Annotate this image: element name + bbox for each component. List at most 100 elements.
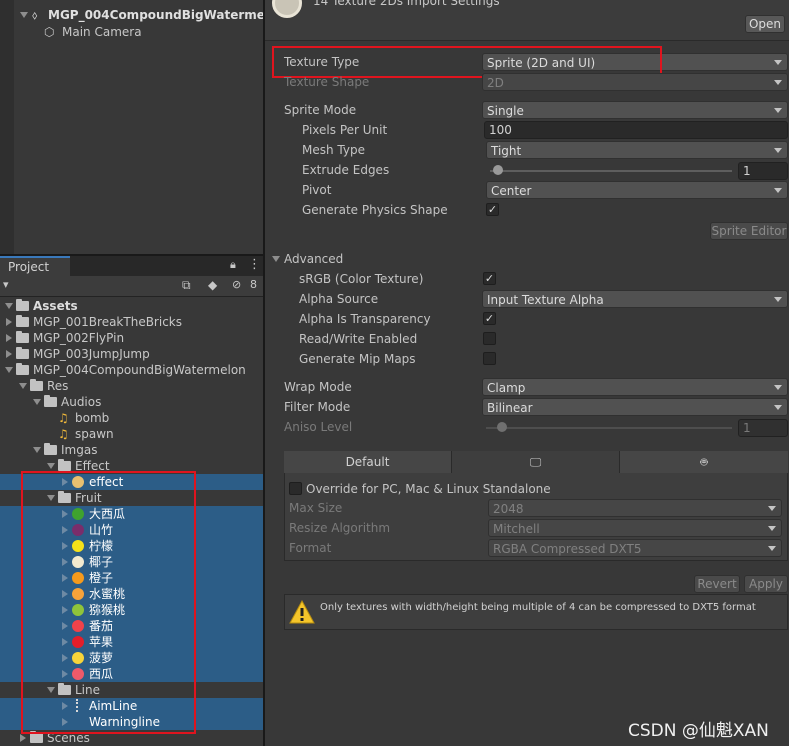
apply-button[interactable]: Apply <box>744 575 788 593</box>
read-write-checkbox[interactable] <box>483 332 496 345</box>
generate-physics-shape-checkbox[interactable]: ✓ <box>486 203 499 216</box>
chevron-down-icon <box>768 526 776 531</box>
checkmark-icon: ✓ <box>487 203 498 216</box>
filter-by-label-icon[interactable]: ◆ <box>208 278 217 292</box>
override-checkbox[interactable] <box>289 482 302 495</box>
tree-item-label: MGP_001BreakTheBricks <box>33 315 182 329</box>
mesh-type-dropdown[interactable]: Tight <box>486 141 788 159</box>
tree-item-label: MGP_002FlyPin <box>33 331 125 345</box>
project-tab-label: Project <box>8 260 50 274</box>
chevron-down-icon <box>768 506 776 511</box>
tree-row[interactable]: ♫ bomb <box>0 410 263 426</box>
tree-row[interactable]: MGP_003JumpJump <box>0 346 263 362</box>
sprite-mode-label: Sprite Mode <box>284 103 357 117</box>
open-button[interactable]: Open <box>745 15 785 33</box>
expand-arrow-down-icon[interactable] <box>5 367 13 373</box>
folder-icon <box>16 299 29 311</box>
pivot-dropdown[interactable]: Center <box>486 181 788 199</box>
folder-icon <box>16 331 29 343</box>
filter-by-type-icon[interactable]: ⧉ <box>182 278 191 293</box>
alpha-transparency-label: Alpha Is Transparency <box>299 312 431 326</box>
texture-shape-dropdown: 2D <box>482 73 788 91</box>
revert-button[interactable]: Revert <box>694 575 740 593</box>
expand-arrow-down-icon[interactable] <box>47 463 55 469</box>
format-label: Format <box>289 541 332 555</box>
tree-item-label: MGP_004CompoundBigWatermelon <box>33 363 246 377</box>
create-dropdown-icon[interactable]: ▾ <box>3 278 9 291</box>
tab-default-label: Default <box>345 455 390 469</box>
tree-row[interactable]: Imgas <box>0 442 263 458</box>
sprite-mode-dropdown[interactable]: Single <box>482 101 788 119</box>
vertical-splitter[interactable] <box>263 0 265 746</box>
resize-algorithm-dropdown: Mitchell <box>488 519 782 537</box>
extrude-edges-slider-knob[interactable] <box>493 165 503 175</box>
tree-row[interactable]: Assets <box>0 298 263 314</box>
srgb-checkbox[interactable]: ✓ <box>483 272 496 285</box>
tree-row[interactable]: ♫ spawn <box>0 426 263 442</box>
tree-row[interactable]: MGP_002FlyPin <box>0 330 263 346</box>
advanced-foldout-label[interactable]: Advanced <box>284 250 343 268</box>
extrude-edges-field[interactable]: 1 <box>738 162 788 180</box>
expand-arrow-right-icon[interactable] <box>6 334 12 342</box>
pixels-per-unit-label: Pixels Per Unit <box>302 123 388 137</box>
audio-clip-icon: ♫ <box>58 427 69 441</box>
tab-platform-android[interactable]: 🤖︎ <box>620 451 788 473</box>
chevron-down-icon <box>774 385 782 390</box>
filter-mode-dropdown[interactable]: Bilinear <box>482 398 788 416</box>
tab-project[interactable]: Project <box>0 256 70 276</box>
hidden-packages-icon[interactable]: ⊘ <box>232 278 241 291</box>
expand-arrow-down-icon[interactable] <box>33 447 41 453</box>
project-toolbar: ▾ ⚲ ⧉ ◆ ⊘ 8 <box>0 276 263 571</box>
warning-text: Only textures with width/height being mu… <box>320 602 756 613</box>
tree-row[interactable]: MGP_004CompoundBigWatermelon <box>0 362 263 378</box>
sprite-editor-button[interactable]: Sprite Editor <box>710 222 788 240</box>
expand-arrow-down-icon[interactable] <box>19 383 27 389</box>
srgb-label: sRGB (Color Texture) <box>299 272 424 286</box>
filter-mode-label: Filter Mode <box>284 400 351 414</box>
hierarchy-scrollbar[interactable] <box>0 0 14 254</box>
hidden-count-badge: 8 <box>250 278 257 291</box>
folder-icon <box>16 347 29 359</box>
tab-platform-default[interactable]: Default <box>284 451 452 473</box>
tree-item-label: Audios <box>61 395 102 409</box>
checkmark-icon: ✓ <box>484 272 495 285</box>
wrap-mode-dropdown[interactable]: Clamp <box>482 378 788 396</box>
tab-platform-standalone[interactable]: 🖵︎ <box>452 451 620 473</box>
tree-row[interactable]: Audios <box>0 394 263 410</box>
chevron-down-icon <box>774 188 782 193</box>
alpha-source-dropdown[interactable]: Input Texture Alpha <box>482 290 788 308</box>
tree-row[interactable]: Res <box>0 378 263 394</box>
warning-icon <box>289 600 315 624</box>
folder-icon <box>16 363 29 375</box>
audio-clip-icon: ♫ <box>58 411 69 425</box>
resize-algorithm-label: Resize Algorithm <box>289 521 391 535</box>
generate-physics-shape-label: Generate Physics Shape <box>302 203 448 217</box>
max-size-dropdown: 2048 <box>488 499 782 517</box>
folder-icon <box>30 731 43 743</box>
more-options-icon[interactable]: ⋮ <box>248 257 261 272</box>
pixels-per-unit-field[interactable]: 100 <box>484 121 788 139</box>
expand-arrow-right-icon[interactable] <box>6 318 12 326</box>
expand-arrow-down-icon[interactable] <box>33 399 41 405</box>
chevron-down-icon <box>774 108 782 113</box>
inspector-header-title: 14 Texture 2Ds Import Settings <box>313 0 500 8</box>
expand-arrow-right-icon[interactable] <box>6 350 12 358</box>
chevron-down-icon <box>774 405 782 410</box>
dxt5-warning-box: Only textures with width/height being mu… <box>284 594 788 630</box>
lock-icon[interactable]: 🔒︎ <box>230 258 236 272</box>
monitor-icon: 🖵︎ <box>529 455 542 469</box>
tree-item-label: bomb <box>75 411 110 425</box>
tree-row[interactable]: MGP_001BreakTheBricks <box>0 314 263 330</box>
wrap-mode-label: Wrap Mode <box>284 380 352 394</box>
scene-name: MGP_004CompoundBigWaterme <box>48 8 265 22</box>
expand-arrow-down-icon[interactable] <box>5 303 13 309</box>
extrude-edges-slider-track[interactable] <box>490 170 732 172</box>
expand-arrow-right-icon[interactable] <box>20 734 26 742</box>
advanced-foldout-arrow-icon[interactable] <box>272 256 280 262</box>
folder-icon <box>58 459 71 471</box>
mipmaps-checkbox[interactable] <box>483 352 496 365</box>
collapse-arrow-icon[interactable] <box>20 12 28 18</box>
format-dropdown: RGBA Compressed DXT5 <box>488 539 782 557</box>
texture-preview-icon <box>272 0 302 18</box>
alpha-transparency-checkbox[interactable]: ✓ <box>483 312 496 325</box>
